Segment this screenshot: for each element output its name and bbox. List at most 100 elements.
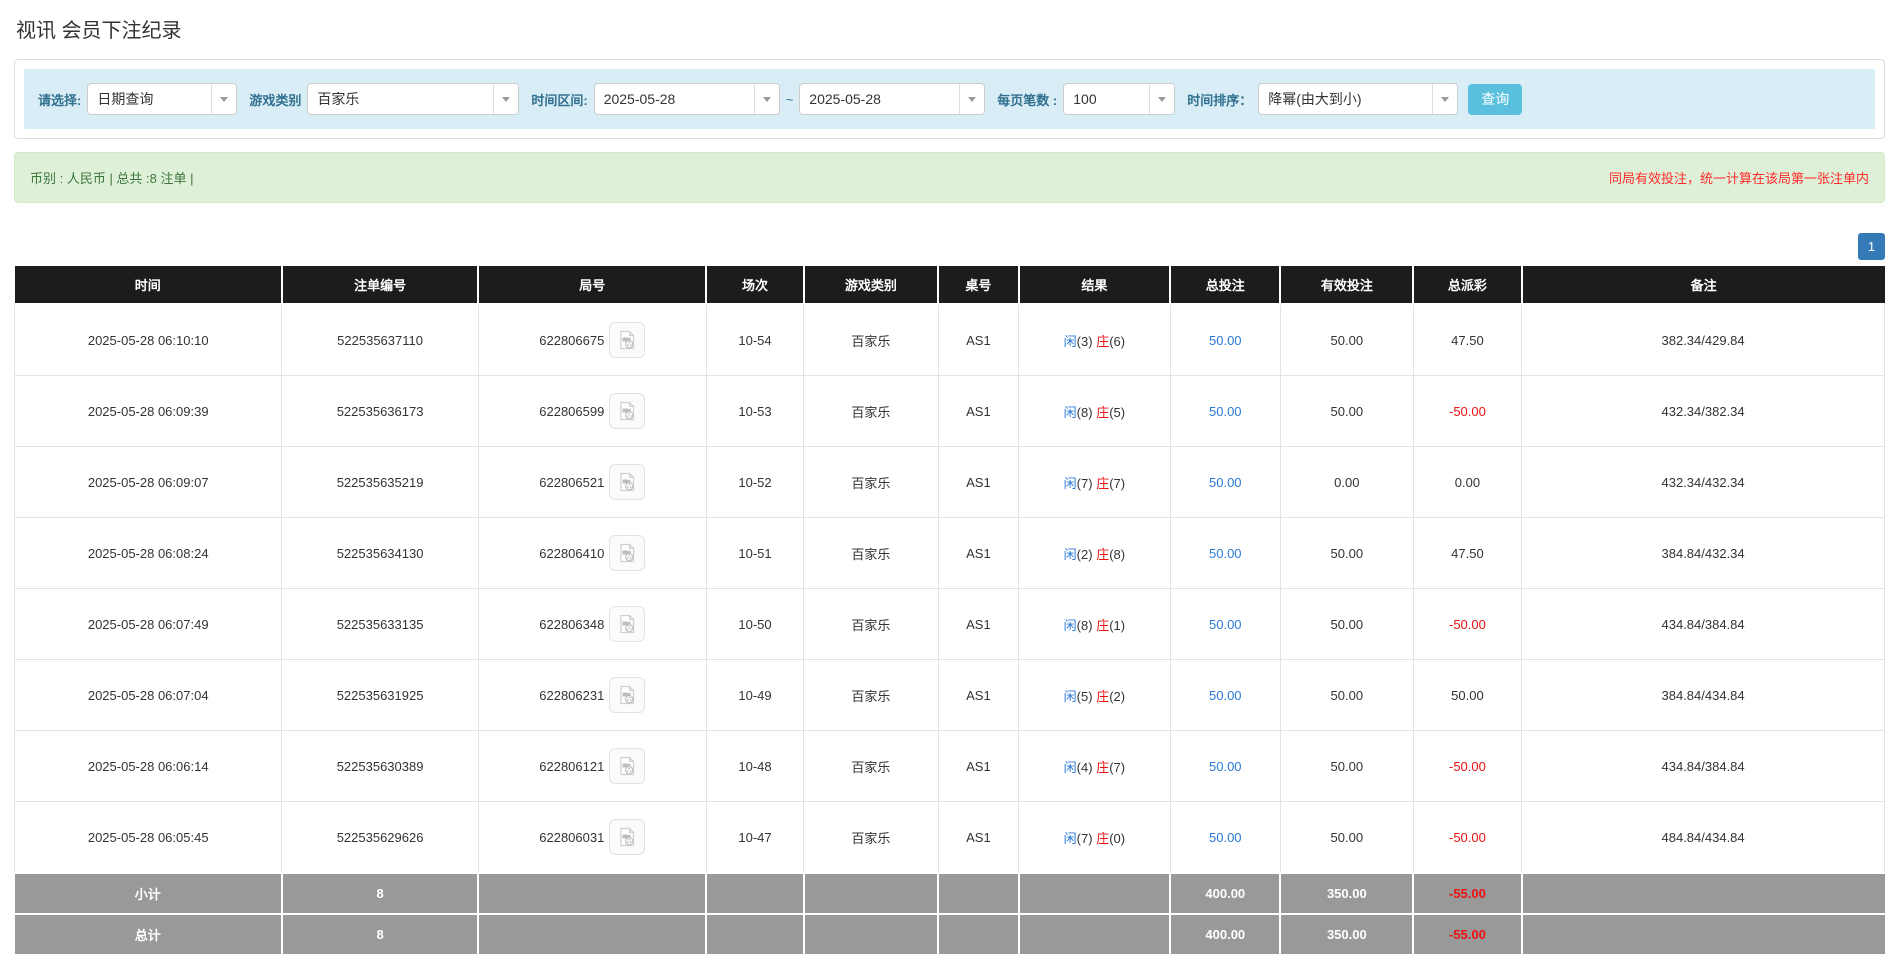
video-replay-button[interactable] (609, 606, 646, 642)
valid-bet-notice-text: 同局有效投注，统一计算在该局第一张注单内 (1608, 171, 1869, 186)
valid-bet-cell: 0.00 (1279, 446, 1414, 518)
player-score: (4) (1076, 759, 1093, 775)
round-id-value: 622806348 (539, 616, 605, 632)
player-score: (8) (1076, 617, 1093, 633)
round-id-value: 622806675 (539, 332, 605, 348)
empty-cell (937, 913, 1020, 956)
video-replay-button[interactable] (609, 393, 646, 429)
time-sort-select[interactable]: 降幂(由大到小) (1258, 83, 1459, 115)
column-header: 总派彩 (1412, 266, 1523, 305)
result-cell: 闲(5) 庄(2) (1018, 659, 1171, 731)
round-id-cell: 622806675 (477, 303, 707, 376)
date-range-tilde: ~ (785, 91, 794, 107)
table-row: 2025-05-28 06:09:07 522535635219 6228065… (13, 446, 1885, 518)
round-id-value: 622806599 (539, 403, 605, 419)
note-cell: 384.84/434.84 (1521, 659, 1885, 731)
round-id-cell: 622806348 (477, 588, 707, 660)
bet-id-cell: 522535633135 (281, 588, 479, 660)
video-replay-button[interactable] (609, 819, 646, 855)
video-file-icon (620, 756, 636, 776)
payout-cell: -50.00 (1412, 801, 1523, 874)
round-id-value: 622806031 (539, 829, 605, 845)
table-no-cell: AS1 (937, 588, 1020, 660)
table-no-cell: AS1 (937, 446, 1020, 518)
payout-cell: 47.50 (1412, 517, 1523, 589)
page-number-button[interactable]: 1 (1858, 233, 1885, 260)
video-replay-button[interactable] (609, 677, 646, 713)
chevron-down-icon (1432, 84, 1458, 114)
chevron-down-icon (959, 84, 985, 114)
empty-cell (802, 872, 940, 915)
total-label-cell: 总计 (14, 913, 283, 956)
table-no-cell: AS1 (937, 303, 1020, 376)
date-to-select[interactable]: 2025-05-28 (799, 83, 986, 115)
payout-cell: -55.00 (1412, 913, 1523, 956)
banker-score: (5) (1109, 404, 1126, 420)
session-cell: 10-47 (705, 801, 805, 874)
payout-cell: -50.00 (1412, 730, 1523, 802)
game-type-cell: 百家乐 (803, 303, 939, 376)
result-cell: 闲(8) 庄(5) (1018, 375, 1171, 447)
banker-label: 庄 (1096, 546, 1110, 562)
filter-bar: 请选择: 日期查询 游戏类别 百家乐 时间区间: 2025-05-28 ~ 20… (24, 69, 1875, 129)
video-file-icon (620, 330, 636, 350)
round-id-cell: 622806231 (477, 659, 707, 731)
column-header: 桌号 (937, 266, 1020, 305)
per-page-select[interactable]: 100 (1063, 83, 1176, 115)
total-count-cell: 8 (280, 872, 480, 915)
round-id-cell: 622806121 (477, 730, 707, 802)
valid-bet-cell: 50.00 (1279, 659, 1414, 731)
game-type-select[interactable]: 百家乐 (307, 83, 520, 115)
game-type-cell: 百家乐 (803, 588, 939, 660)
table-no-cell: AS1 (937, 375, 1020, 447)
valid-bet-cell: 50.00 (1279, 730, 1414, 802)
player-label: 闲 (1063, 830, 1077, 846)
filter-panel: 请选择: 日期查询 游戏类别 百家乐 时间区间: 2025-05-28 ~ 20… (14, 59, 1885, 139)
session-cell: 10-53 (705, 375, 805, 447)
table-no-cell: AS1 (937, 730, 1020, 802)
query-type-select[interactable]: 日期查询 (87, 83, 238, 115)
round-id-cell: 622806031 (477, 801, 707, 874)
game-type-cell: 百家乐 (803, 730, 939, 802)
search-button[interactable]: 查询 (1468, 83, 1523, 115)
video-replay-button[interactable] (609, 748, 646, 784)
column-header: 备注 (1520, 266, 1885, 305)
total-bet-cell: 50.00 (1169, 801, 1281, 874)
empty-cell (477, 872, 708, 915)
column-header: 注单编号 (280, 266, 480, 305)
player-score: (2) (1076, 546, 1093, 562)
payout-cell: -55.00 (1412, 872, 1523, 915)
banker-score: (2) (1109, 688, 1126, 704)
game-type-cell: 百家乐 (803, 517, 939, 589)
round-id-value: 622806121 (539, 758, 605, 774)
note-cell: 432.34/382.34 (1521, 375, 1885, 447)
round-id-cell: 622806410 (477, 517, 707, 589)
video-replay-button[interactable] (609, 535, 646, 571)
session-cell: 10-49 (705, 659, 805, 731)
banker-score: (6) (1109, 333, 1126, 349)
empty-cell (477, 913, 708, 956)
round-id-cell: 622806599 (477, 375, 707, 447)
video-replay-button[interactable] (609, 322, 646, 358)
note-cell: 434.84/384.84 (1521, 588, 1885, 660)
player-label: 闲 (1063, 617, 1077, 633)
result-cell: 闲(3) 庄(6) (1018, 303, 1171, 376)
banker-label: 庄 (1096, 617, 1110, 633)
video-replay-button[interactable] (609, 464, 646, 500)
grand-total-row: 总计 8 400.00 350.00 -55.00 (14, 913, 1885, 956)
chevron-down-icon (493, 84, 519, 114)
player-score: (7) (1076, 475, 1093, 491)
note-cell: 384.84/432.34 (1521, 517, 1885, 589)
query-type-value: 日期查询 (97, 91, 154, 107)
column-header: 场次 (705, 266, 805, 305)
empty-cell (705, 872, 805, 915)
date-from-select[interactable]: 2025-05-28 (593, 83, 780, 115)
total-count-cell: 8 (280, 913, 480, 956)
banker-score: (7) (1109, 475, 1126, 491)
table-row: 2025-05-28 06:10:10 522535637110 6228066… (13, 303, 1885, 376)
empty-cell (705, 913, 805, 956)
empty-cell (1017, 913, 1172, 956)
bet-id-cell: 522535636173 (281, 375, 479, 447)
pagination: 1 (14, 233, 1885, 260)
player-label: 闲 (1063, 475, 1077, 491)
